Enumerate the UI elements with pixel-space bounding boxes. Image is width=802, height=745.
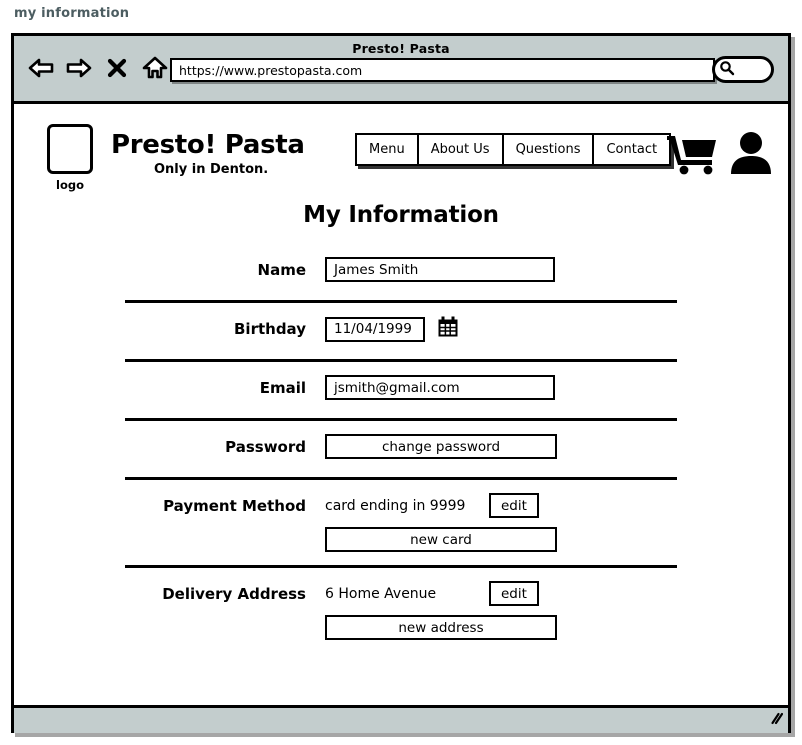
home-icon xyxy=(142,56,168,84)
page-title: My Information xyxy=(303,202,499,228)
nav-item-about-us[interactable]: About Us xyxy=(419,135,504,164)
nav-item-contact[interactable]: Contact xyxy=(594,135,669,164)
name-input[interactable]: James Smith xyxy=(325,257,555,282)
form-row-payment-method: Payment Method card ending in 9999 edit … xyxy=(125,477,677,565)
forward-arrow-icon xyxy=(66,57,92,83)
resize-grip-icon[interactable] xyxy=(767,711,784,731)
browser-status-bar xyxy=(14,705,788,733)
birthday-label: Birthday xyxy=(234,320,306,338)
home-button[interactable] xyxy=(140,56,170,84)
stop-button[interactable] xyxy=(102,56,132,84)
form-row-delivery-address: Delivery Address 6 Home Avenue edit new … xyxy=(125,565,677,653)
browser-window: Presto! Pasta https://www.prestopasta.co… xyxy=(11,33,791,733)
shopping-cart-icon xyxy=(666,136,720,180)
email-label: Email xyxy=(259,379,306,397)
form-row-email: Email jsmith@gmail.com xyxy=(125,359,677,418)
cart-button[interactable] xyxy=(666,132,720,180)
search-icon xyxy=(719,60,735,80)
nav-item-menu[interactable]: Menu xyxy=(357,135,419,164)
form-row-birthday: Birthday 11/04/1999 xyxy=(125,300,677,359)
birthday-input[interactable]: 11/04/1999 xyxy=(325,316,425,342)
browser-toolbar-icons xyxy=(26,56,170,84)
delivery-address-value: 6 Home Avenue xyxy=(325,585,437,602)
forward-button[interactable] xyxy=(64,56,94,84)
my-information-form: Name James Smith Birthday 11/04/1999 Ema… xyxy=(14,244,788,653)
form-row-name: Name James Smith xyxy=(125,244,677,300)
site-header: logo Presto! Pasta Only in Denton. Menu … xyxy=(14,104,788,196)
stop-x-icon xyxy=(107,57,127,83)
account-button[interactable] xyxy=(728,130,774,180)
edit-delivery-address-button[interactable]: edit xyxy=(489,581,539,606)
calendar-icon[interactable] xyxy=(437,316,459,342)
password-label: Password xyxy=(225,438,306,456)
mockup-title-label: my information xyxy=(14,6,130,21)
new-address-button[interactable]: new address xyxy=(325,615,557,640)
payment-method-value: card ending in 9999 xyxy=(325,497,466,514)
name-label: Name xyxy=(257,261,306,279)
brand-name: Presto! Pasta xyxy=(111,130,305,160)
edit-payment-method-button[interactable]: edit xyxy=(489,493,539,518)
form-row-password: Password change password xyxy=(125,418,677,477)
main-navigation: Menu About Us Questions Contact xyxy=(355,133,672,166)
change-password-button[interactable]: change password xyxy=(325,434,557,459)
payment-method-label: Payment Method xyxy=(163,497,306,515)
email-input[interactable]: jsmith@gmail.com xyxy=(325,375,555,400)
browser-chrome-bar: Presto! Pasta https://www.prestopasta.co… xyxy=(14,36,788,104)
browser-window-title: Presto! Pasta xyxy=(352,41,450,56)
nav-item-questions[interactable]: Questions xyxy=(504,135,595,164)
brand-tagline: Only in Denton. xyxy=(154,162,269,177)
back-arrow-icon xyxy=(28,57,54,83)
back-button[interactable] xyxy=(26,56,56,84)
delivery-address-label: Delivery Address xyxy=(162,585,306,603)
screenshot-root: my information Presto! Pasta https://www… xyxy=(0,0,802,745)
logo-caption: logo xyxy=(56,178,84,192)
address-bar-value: https://www.prestopasta.com xyxy=(179,62,363,78)
page-body: logo Presto! Pasta Only in Denton. Menu … xyxy=(14,104,788,705)
search-input[interactable] xyxy=(735,61,773,78)
new-card-button[interactable]: new card xyxy=(325,527,557,552)
browser-search-box[interactable] xyxy=(712,56,774,83)
address-bar[interactable]: https://www.prestopasta.com xyxy=(170,58,715,82)
logo-placeholder[interactable] xyxy=(47,124,93,174)
user-account-icon xyxy=(728,132,774,180)
